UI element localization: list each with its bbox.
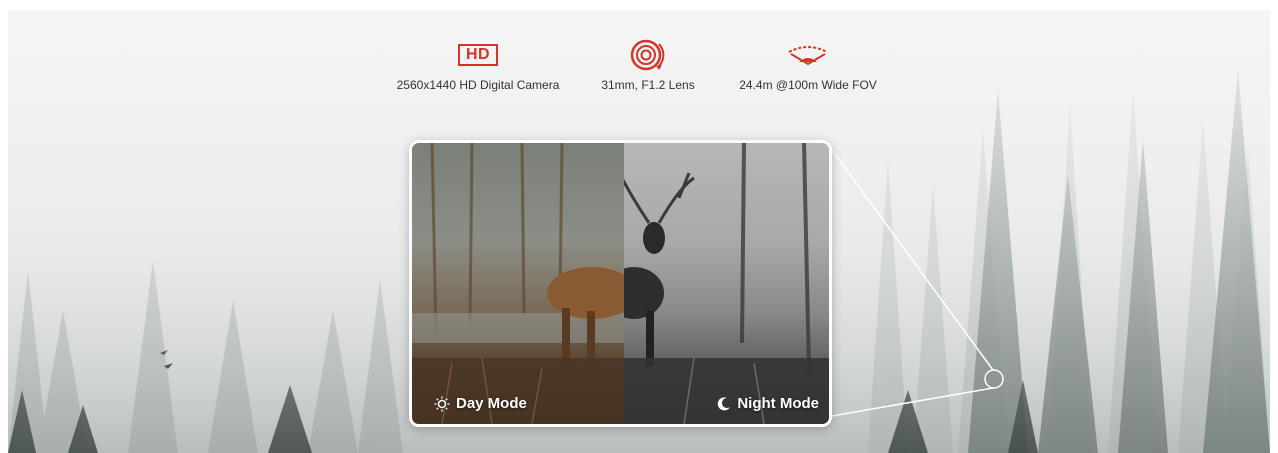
feature-label-fov: 24.4m @100m Wide FOV <box>739 78 877 92</box>
zoom-connector <box>825 141 1004 418</box>
hd-icon: HD <box>458 44 498 66</box>
day-mode-label: Day Mode <box>434 395 527 412</box>
feature-list: HD 2560x1440 HD Digital Camera 31mm, F1.… <box>8 38 1270 108</box>
day-scene <box>412 143 637 424</box>
night-mode-view: Night Mode <box>604 143 829 424</box>
moon-icon <box>718 396 731 410</box>
birds <box>160 350 173 369</box>
day-mode-text: Day Mode <box>456 395 527 412</box>
sun-icon <box>434 396 450 411</box>
night-scene <box>604 143 829 424</box>
night-mode-label: Night Mode <box>717 395 819 412</box>
scope-view-comparison: Day Mode Night Mode <box>409 140 832 427</box>
lens-icon <box>630 39 665 71</box>
wide-fov-eye-icon <box>788 46 828 66</box>
night-mode-text: Night Mode <box>737 395 819 412</box>
feature-fov: 24.4m @100m Wide FOV <box>708 38 908 92</box>
foggy-forest-banner: HD 2560x1440 HD Digital Camera 31mm, F1.… <box>8 10 1270 453</box>
day-mode-view: Day Mode <box>412 143 637 424</box>
